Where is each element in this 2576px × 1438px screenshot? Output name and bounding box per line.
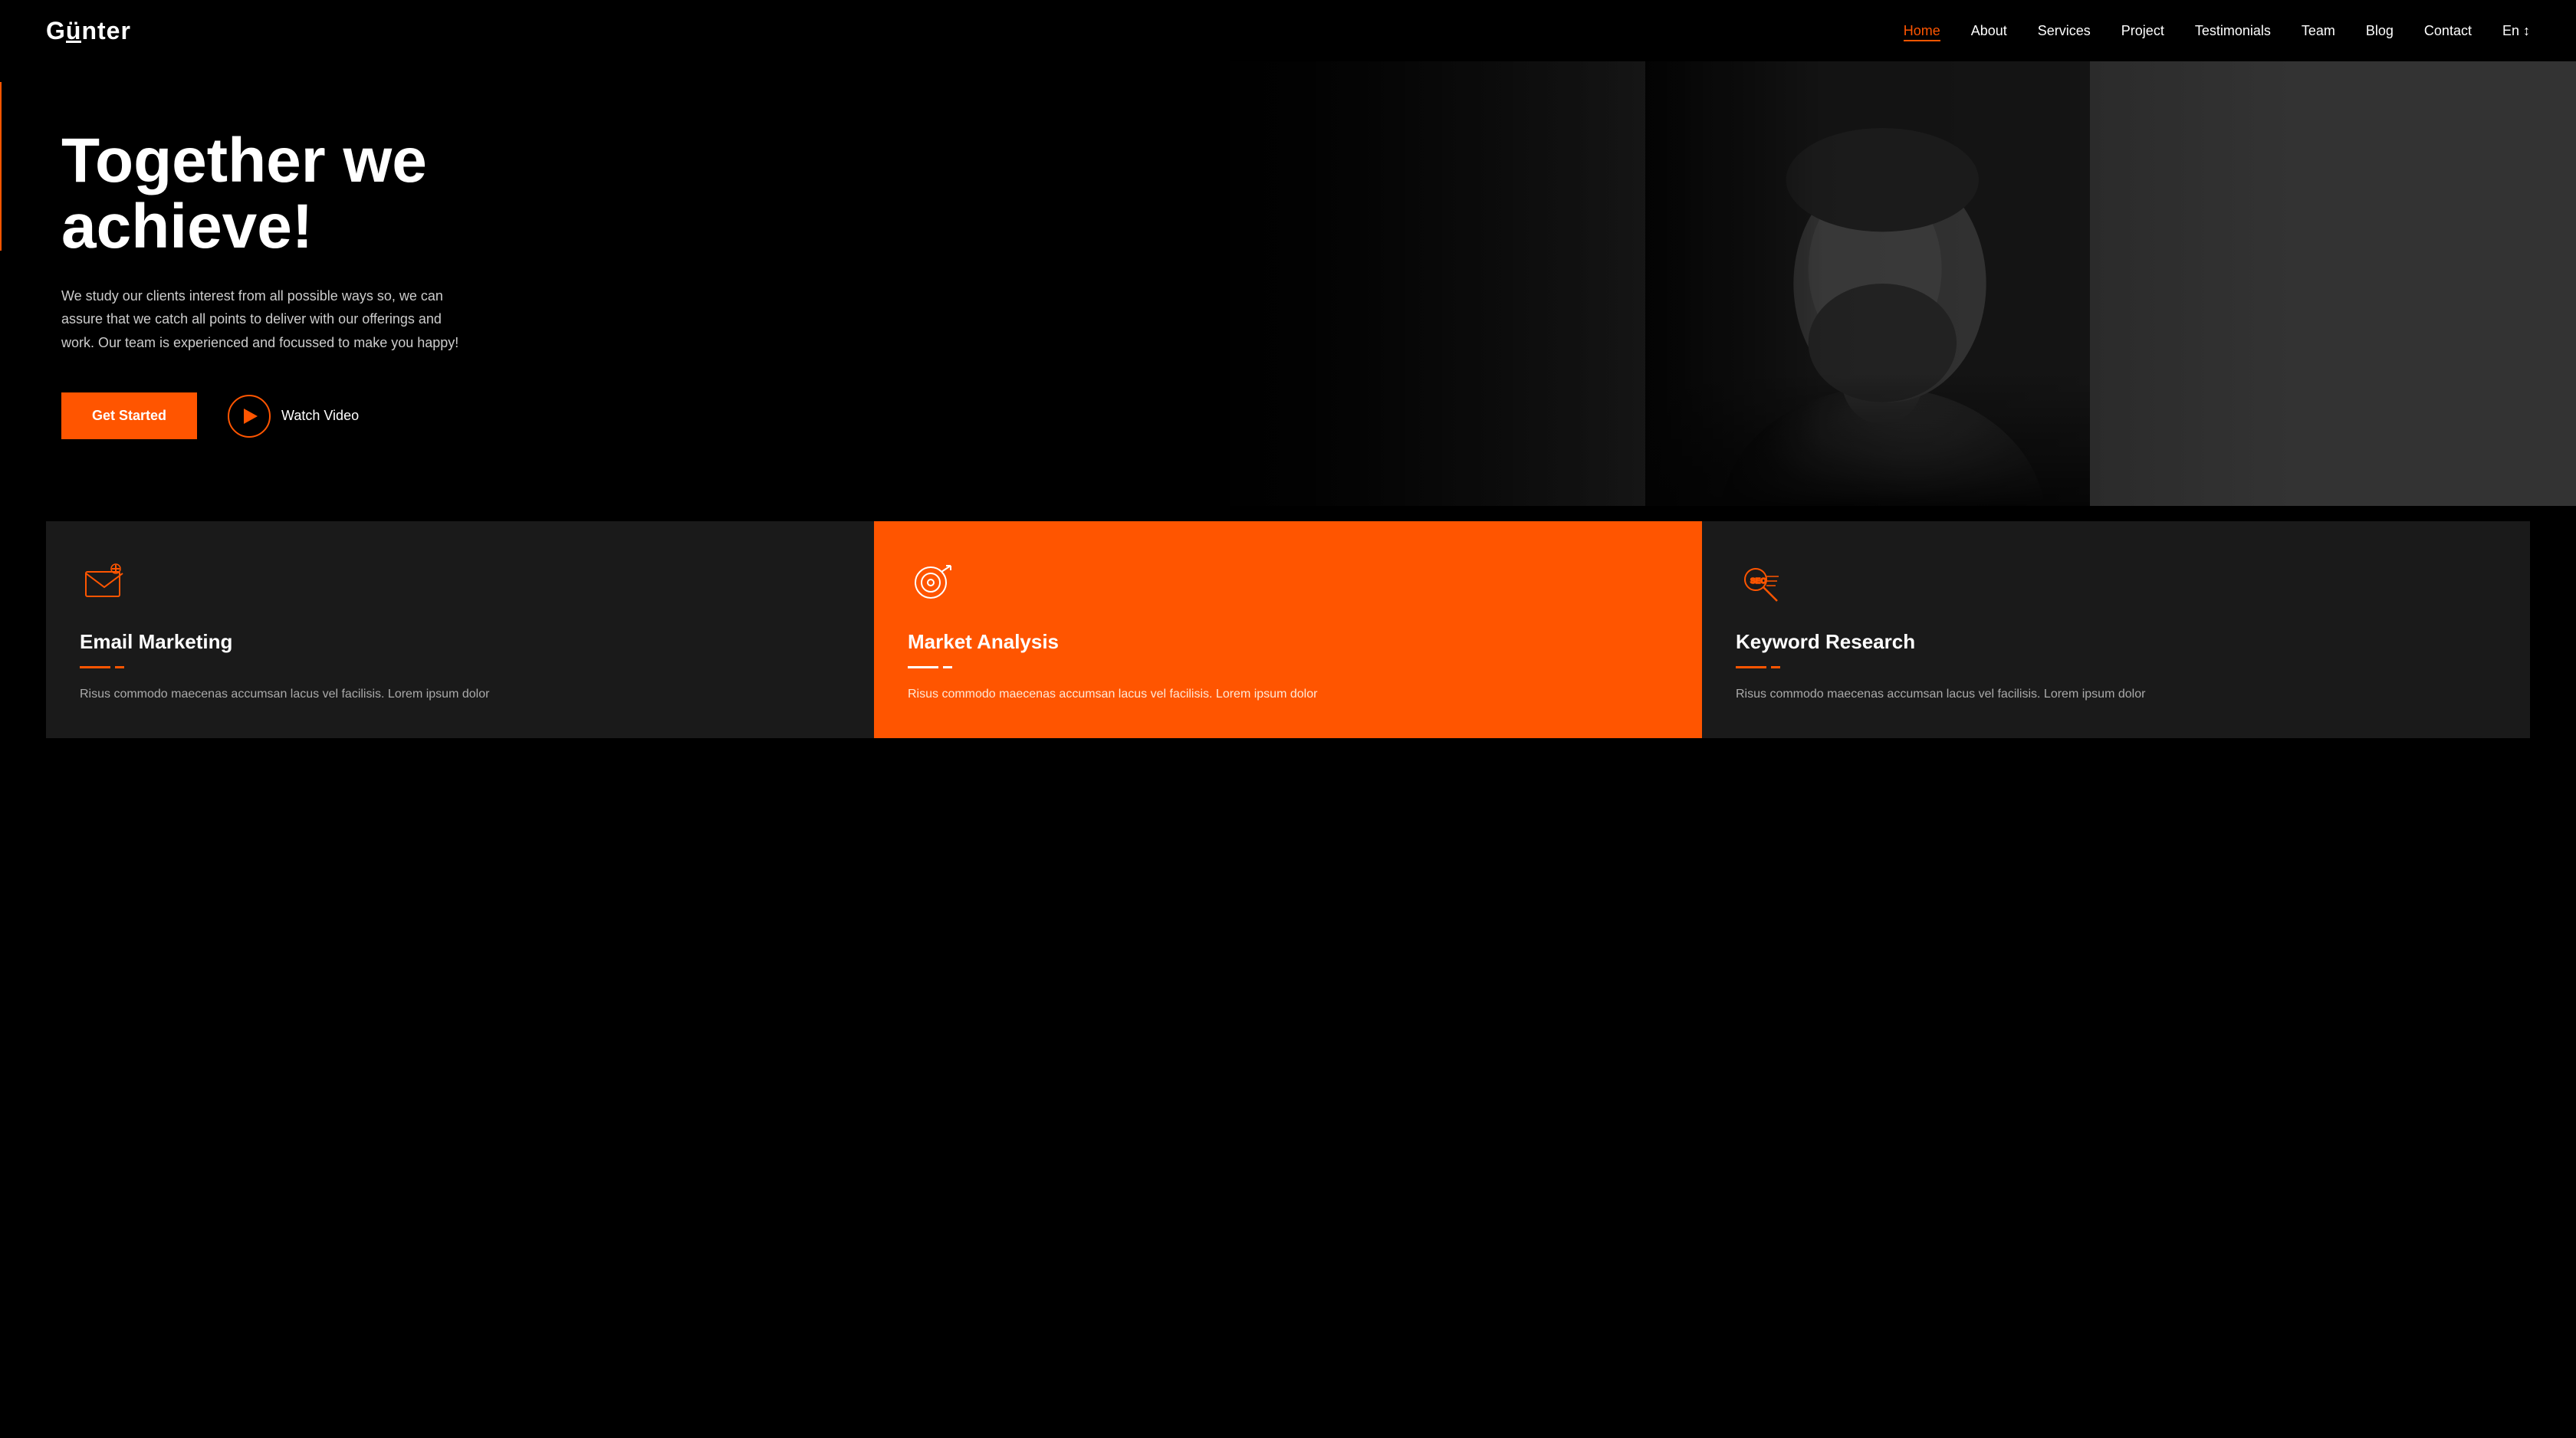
navbar: Günter Home About Services Project Testi… — [0, 0, 2576, 61]
email-marketing-underline — [80, 666, 110, 668]
hero-description: We study our clients interest from all p… — [61, 284, 460, 355]
hero-content: Together we achieve! We study our client… — [0, 82, 521, 486]
hero-section: Together we achieve! We study our client… — [0, 61, 2576, 506]
services-section: Email Marketing Risus commodo maecenas a… — [0, 506, 2576, 738]
market-analysis-underline — [908, 666, 938, 668]
play-circle — [228, 395, 271, 438]
keyword-research-description: Risus commodo maecenas accumsan lacus ve… — [1736, 684, 2496, 704]
language-selector[interactable]: En ↕ — [2502, 23, 2530, 38]
nav-testimonials[interactable]: Testimonials — [2195, 23, 2271, 38]
market-analysis-icon — [908, 560, 957, 609]
svg-text:SEO: SEO — [1750, 577, 1766, 586]
nav-home[interactable]: Home — [1904, 23, 1940, 41]
nav-blog[interactable]: Blog — [2366, 23, 2394, 38]
nav-links: Home About Services Project Testimonials… — [1904, 23, 2530, 39]
play-icon — [244, 409, 258, 424]
get-started-button[interactable]: Get Started — [61, 392, 197, 439]
service-card-keyword: SEO Keyword Research Risus commodo maece… — [1702, 521, 2530, 738]
watch-video-label: Watch Video — [281, 408, 359, 424]
watch-video-button[interactable]: Watch Video — [228, 395, 359, 438]
nav-project[interactable]: Project — [2121, 23, 2164, 38]
market-analysis-description: Risus commodo maecenas accumsan lacus ve… — [908, 684, 1668, 704]
keyword-research-title: Keyword Research — [1736, 630, 2496, 654]
hero-image-overlay — [1159, 61, 1726, 506]
hero-image — [1159, 61, 2576, 506]
email-marketing-icon — [80, 560, 129, 609]
logo[interactable]: Günter — [46, 17, 131, 45]
keyword-research-icon: SEO — [1736, 560, 1785, 609]
keyword-research-underline — [1736, 666, 1766, 668]
nav-contact[interactable]: Contact — [2424, 23, 2472, 38]
nav-team[interactable]: Team — [2302, 23, 2335, 38]
nav-services[interactable]: Services — [2038, 23, 2091, 38]
hero-accent-bar — [0, 82, 2, 251]
service-card-email: Email Marketing Risus commodo maecenas a… — [46, 521, 874, 738]
service-card-market: Market Analysis Risus commodo maecenas a… — [874, 521, 1702, 738]
email-marketing-title: Email Marketing — [80, 630, 840, 654]
hero-actions: Get Started Watch Video — [61, 392, 460, 439]
nav-about[interactable]: About — [1971, 23, 2007, 38]
email-marketing-description: Risus commodo maecenas accumsan lacus ve… — [80, 684, 840, 704]
hero-title: Together we achieve! — [61, 128, 427, 260]
services-grid: Email Marketing Risus commodo maecenas a… — [46, 521, 2530, 738]
market-analysis-title: Market Analysis — [908, 630, 1668, 654]
